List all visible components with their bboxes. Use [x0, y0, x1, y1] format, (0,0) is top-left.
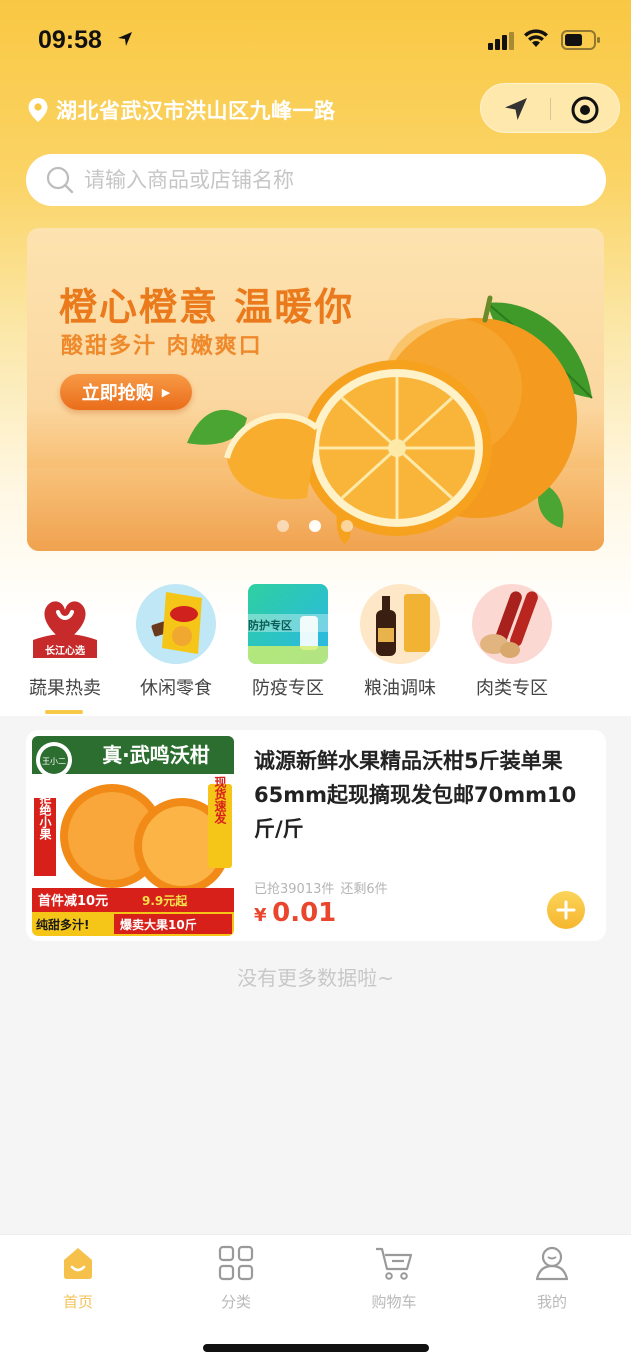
- category-nav: 长江心选 蔬果热卖 休闲零食 防护专区 防疫专区 粮油调味 肉类专区: [0, 584, 631, 714]
- category-item-meat[interactable]: 肉类专区: [462, 584, 562, 700]
- remaining-count: 还剩6件: [340, 882, 388, 897]
- image-headline: 真·武鸣沃柑: [102, 743, 210, 767]
- promo-text: 首件减10元: [38, 893, 108, 909]
- buy-now-label: 立即抢购: [81, 383, 154, 404]
- tab-label: 首页: [62, 1293, 93, 1311]
- snacks-icon: [136, 584, 216, 664]
- location-pin-icon: [28, 98, 48, 122]
- no-more-data-text: 没有更多数据啦~: [237, 966, 394, 990]
- category-item-epidemic[interactable]: 防护专区 防疫专区: [238, 584, 338, 700]
- changjiang-logo-icon: 长江心选: [25, 584, 105, 664]
- navigation-arrow-icon[interactable]: [503, 96, 529, 122]
- cart-icon: [376, 1247, 413, 1280]
- carousel-dot[interactable]: [341, 520, 353, 532]
- slogan-left-text: 纯甜多汁!: [36, 917, 89, 932]
- tab-profile[interactable]: 我的: [502, 1243, 602, 1312]
- category-label: 蔬果热卖: [29, 678, 101, 699]
- category-logo-text: 长江心选: [45, 644, 85, 657]
- grain-oil-icon: [360, 584, 440, 664]
- search-icon: [46, 166, 74, 194]
- product-card[interactable]: 王小二 真·武鸣沃柑 拒绝小果 现货速发 首件减10元 9.9元起 纯甜多汁! …: [26, 730, 606, 941]
- category-sign-text: 防护专区: [248, 618, 292, 632]
- tab-label: 购物车: [371, 1293, 417, 1311]
- tab-category[interactable]: 分类: [186, 1243, 286, 1312]
- category-item-grain-oil[interactable]: 粮油调味: [350, 584, 450, 700]
- carousel-dot-active[interactable]: [309, 520, 321, 532]
- category-active-indicator: [45, 710, 83, 714]
- plus-icon: [556, 900, 576, 920]
- right-tag-text: 现货速发: [213, 776, 227, 825]
- battery-icon: [561, 30, 600, 50]
- category-grid-icon: [218, 1245, 254, 1281]
- promo-banner[interactable]: 橙心橙意 温暖你 酸甜多汁 肉嫩爽口 立即抢购 ▶: [27, 228, 604, 551]
- currency-symbol: ¥: [254, 905, 267, 926]
- category-label: 粮油调味: [364, 678, 436, 699]
- banner-title: 橙心橙意 温暖你: [59, 285, 355, 329]
- play-triangle-icon: ▶: [161, 385, 171, 399]
- close-miniprogram-icon[interactable]: [570, 95, 600, 125]
- wifi-icon: [524, 29, 548, 47]
- home-icon: [64, 1248, 92, 1279]
- current-address: 湖北省武汉市洪山区九峰一路: [56, 99, 336, 123]
- search-bar[interactable]: [26, 154, 606, 206]
- carousel-dots: [277, 520, 353, 532]
- price-value: 0.01: [272, 898, 337, 928]
- search-input[interactable]: [84, 168, 564, 192]
- home-indicator[interactable]: [203, 1344, 429, 1352]
- product-sales-info: 已抢39013件 还剩6件: [254, 878, 388, 897]
- tab-label: 分类: [220, 1293, 251, 1311]
- banner-subtitle: 酸甜多汁 肉嫩爽口: [61, 334, 263, 359]
- profile-icon: [535, 1246, 569, 1281]
- category-label: 肉类专区: [476, 678, 548, 699]
- cellular-signal-icon: [488, 32, 514, 50]
- location-selector[interactable]: 湖北省武汉市洪山区九峰一路: [28, 96, 336, 124]
- tab-home[interactable]: 首页: [28, 1243, 128, 1312]
- product-price: ¥ 0.01: [254, 898, 336, 928]
- category-label: 休闲零食: [140, 678, 212, 699]
- product-image[interactable]: 王小二 真·武鸣沃柑 拒绝小果 现货速发 首件减10元 9.9元起 纯甜多汁! …: [32, 736, 234, 936]
- category-item-snacks[interactable]: 休闲零食: [126, 584, 226, 700]
- meat-icon: [472, 584, 552, 664]
- mascot-text: 王小二: [42, 757, 66, 766]
- location-services-icon: [118, 32, 132, 46]
- status-bar: 09:58: [0, 0, 631, 80]
- capsule-divider: [550, 98, 551, 120]
- carousel-dot[interactable]: [277, 520, 289, 532]
- add-to-cart-button[interactable]: [547, 891, 585, 929]
- miniprogram-capsule: [480, 83, 620, 133]
- epidemic-prevention-icon: 防护专区: [248, 584, 328, 664]
- tab-cart[interactable]: 购物车: [344, 1243, 444, 1312]
- promo-price-text: 9.9元起: [142, 893, 188, 908]
- sold-count: 已抢39013件: [254, 882, 335, 897]
- category-label: 防疫专区: [252, 678, 324, 699]
- category-item-produce[interactable]: 长江心选 蔬果热卖: [15, 584, 115, 700]
- slogan-right-text: 爆卖大果10斤: [120, 917, 197, 932]
- status-time: 09:58: [38, 26, 102, 54]
- tab-label: 我的: [536, 1293, 567, 1311]
- buy-now-button[interactable]: 立即抢购 ▶: [60, 374, 192, 410]
- left-tag-text: 拒绝小果: [38, 791, 52, 841]
- product-title[interactable]: 诚源新鲜水果精品沃柑5斤装单果65mm起现摘现发包邮70mm10斤/斤: [254, 744, 594, 846]
